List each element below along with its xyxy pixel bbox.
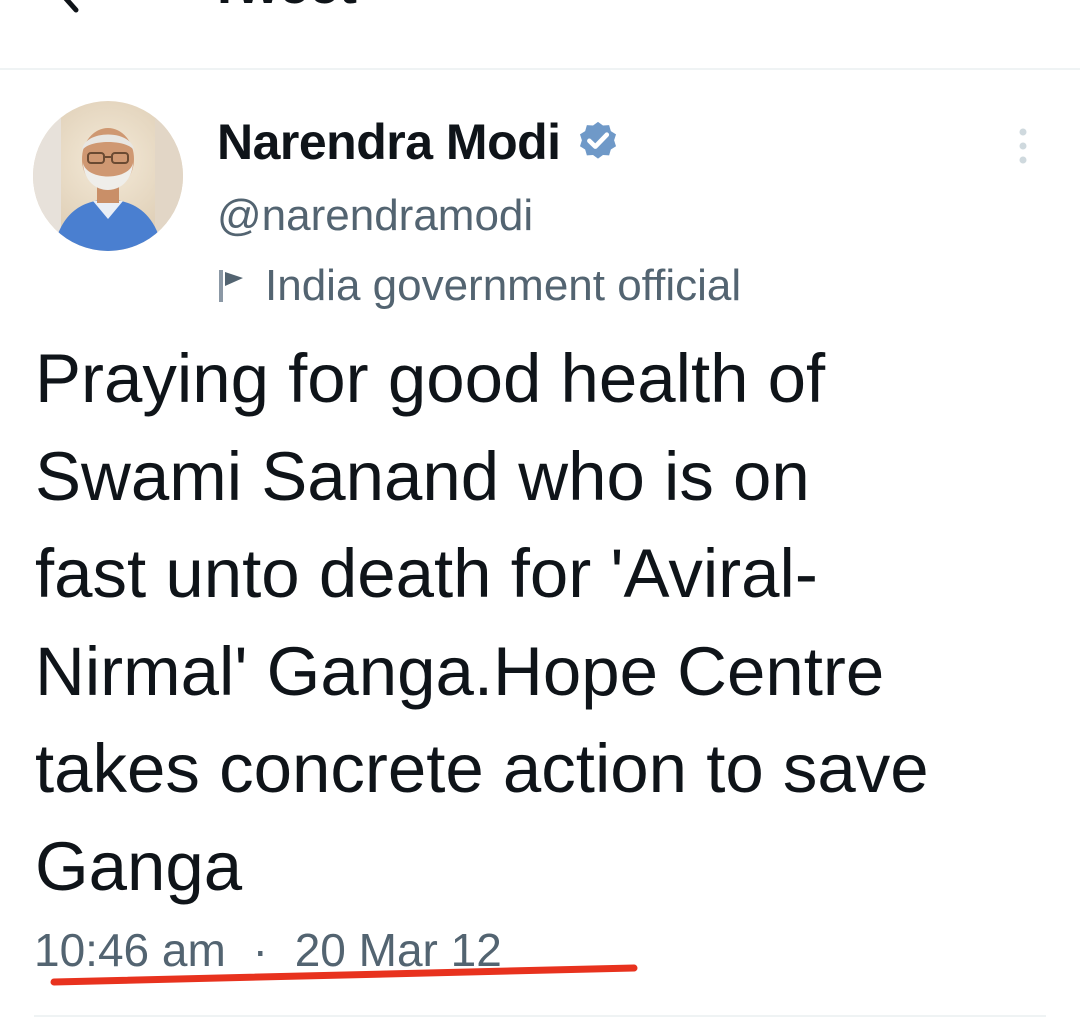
page-title: Tweet	[208, 0, 357, 12]
flag-icon	[219, 270, 243, 302]
author-name-row[interactable]: Narendra Modi	[217, 112, 621, 172]
affiliation-label: India government official	[265, 261, 742, 310]
tweet-text-line: takes concrete action to save	[35, 730, 929, 807]
tweet-text-line: Nirmal' Ganga.Hope Centre	[35, 632, 885, 710]
tweet-text-line: Swami Sanand who is on	[35, 437, 810, 515]
avatar[interactable]	[33, 101, 183, 251]
tweet-detail-page: Tweet	[0, 0, 1080, 1021]
affiliation-label-row: India government official	[217, 258, 741, 314]
tweet-text: Praying for good health of Swami Sanand …	[35, 330, 1045, 915]
top-app-bar: Tweet	[0, 0, 1080, 70]
red-underline-annotation	[50, 964, 638, 986]
verified-badge-icon	[579, 121, 616, 159]
more-vertical-icon[interactable]	[1008, 126, 1038, 170]
tweet-text-line: fast unto death for 'Aviral-	[35, 535, 818, 612]
divider	[34, 1015, 1046, 1017]
arrow-left-icon[interactable]	[48, 0, 92, 14]
author-handle[interactable]: @narendramodi	[217, 188, 533, 244]
author-display-name[interactable]: Narendra Modi	[217, 112, 561, 172]
tweet-text-line: Ganga	[35, 827, 243, 905]
tweet-text-line: Praying for good health of	[35, 340, 826, 417]
